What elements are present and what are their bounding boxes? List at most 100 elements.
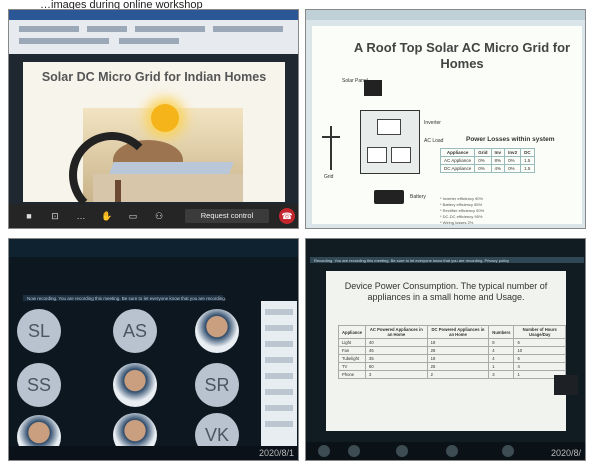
ribbon-group[interactable]: [19, 38, 109, 44]
table-cell: 0%: [474, 156, 492, 165]
column-header: Number of Hours Usage/Day: [513, 325, 566, 339]
table-cell: 6: [513, 354, 566, 363]
table-cell: 0%: [504, 156, 522, 165]
table-row: TV 80 25 1 4: [337, 362, 566, 371]
ppt-ribbon: [9, 10, 298, 54]
presentation-screen-ac: A Roof Top Solar AC Micro Grid for Homes…: [305, 9, 586, 229]
table-cell: 3: [365, 370, 428, 379]
table-cell: AC Appliance: [439, 156, 476, 165]
ribbon-group[interactable]: [119, 38, 179, 44]
column-header: Numbers: [488, 325, 515, 339]
battery-label: Battery: [410, 194, 426, 200]
inverter-icon: [391, 147, 411, 163]
participant-avatar-sl[interactable]: SL: [17, 309, 61, 353]
timestamp: 2020/8/: [550, 448, 581, 458]
participants-icon[interactable]: ⚇: [153, 210, 165, 222]
inverter-box: [360, 110, 420, 174]
slide-title: A Roof Top Solar AC Micro Grid for Homes: [353, 40, 571, 71]
table-cell: 1.5: [520, 156, 535, 165]
table-cell: 4: [488, 346, 515, 355]
presentation-screen-consumption: Recording. You are recording this meetin…: [305, 238, 586, 461]
table-cell: 6: [513, 338, 566, 347]
camera-icon[interactable]: ■: [23, 210, 35, 222]
slide-title: Solar DC Micro Grid for Indian Homes: [41, 70, 267, 84]
table-cell: Light: [337, 338, 367, 347]
table-row: Light 40 18 8 6: [337, 338, 566, 347]
camera-icon[interactable]: [318, 445, 330, 457]
table-header-row: Appliance AC Powered Appliances in an Ho…: [337, 325, 566, 339]
hang-up-icon[interactable]: ☎: [279, 208, 295, 224]
rectifier-icon: [367, 147, 387, 163]
list-item[interactable]: [265, 373, 293, 379]
slide-title: Device Power Consumption. The typical nu…: [344, 281, 548, 302]
table-cell: 3: [488, 370, 515, 379]
table-cell: 4: [513, 362, 566, 371]
column-header: Grid: [474, 148, 492, 157]
slide-device-consumption: Device Power Consumption. The typical nu…: [326, 271, 566, 431]
footnotes: * Inverter efficiency 90% * Battery effi…: [440, 196, 484, 226]
list-item[interactable]: [265, 421, 293, 427]
list-item[interactable]: [265, 341, 293, 347]
ribbon-group[interactable]: [135, 26, 205, 32]
list-item[interactable]: [265, 309, 293, 315]
table-cell: 1.5: [520, 164, 535, 173]
hand-icon[interactable]: ✋: [101, 210, 113, 222]
recording-banner-text: Recording. You are recording this meetin…: [314, 258, 509, 263]
list-item[interactable]: [265, 389, 293, 395]
recording-banner-text: Now recording. You are recording this me…: [27, 296, 227, 301]
table-row: Phone 3 2 3 1: [337, 370, 566, 379]
grid-label: Grid: [324, 174, 334, 180]
self-view-tile[interactable]: [554, 375, 578, 395]
converter-icon: [377, 119, 401, 135]
column-header: AC Powered Appliances in an Home: [365, 325, 428, 339]
slide-dc-microgrid: Solar DC Micro Grid for Indian Homes: [23, 62, 285, 218]
participant-avatar-as[interactable]: AS: [113, 309, 157, 353]
share-icon[interactable]: [396, 445, 408, 457]
viewer-topbar: [306, 10, 585, 20]
participant-avatar-ss[interactable]: SS: [17, 363, 61, 407]
table-row: Tubelight 35 18 4 6: [337, 354, 566, 363]
list-item[interactable]: [265, 405, 293, 411]
table-header-row: Appliance Grid Inv Inv2 DC: [439, 148, 535, 157]
column-header: Appliance: [337, 325, 367, 339]
chat-icon[interactable]: ▭: [127, 210, 139, 222]
ribbon-group[interactable]: [213, 26, 283, 32]
table-cell: 2: [426, 370, 490, 379]
table-cell: 10: [513, 346, 566, 355]
participant-avatar-sr[interactable]: SR: [195, 363, 239, 407]
sun-image: [151, 104, 179, 132]
table-row: AC Appliance 0% 8% 0% 1.5: [439, 156, 535, 165]
participants-icon[interactable]: [502, 445, 514, 457]
mic-icon[interactable]: [348, 445, 360, 457]
meeting-controls: ■ ⊡ … ✋ ▭ ⚇ Request control ☎: [9, 204, 298, 228]
participant-video[interactable]: [113, 363, 157, 407]
participant-video[interactable]: [195, 309, 239, 353]
table-cell: 35: [365, 354, 428, 363]
request-control-button[interactable]: Request control: [185, 209, 269, 223]
meeting-topbar: [9, 239, 298, 257]
column-header: Appliance: [439, 148, 476, 157]
list-item[interactable]: [265, 357, 293, 363]
table-cell: TV: [337, 362, 367, 371]
table-cell: 25: [426, 362, 490, 371]
taskbar: 2020/8/: [306, 442, 585, 460]
grid-tower-icon: [330, 126, 332, 170]
inverter-label: Inverter: [424, 120, 441, 126]
table-cell: 40: [365, 338, 428, 347]
ribbon-group[interactable]: [19, 26, 79, 32]
table-cell: Tubelight: [337, 354, 367, 363]
battery-icon: [374, 190, 404, 204]
ribbon-group[interactable]: [87, 26, 127, 32]
chat-icon[interactable]: [446, 445, 458, 457]
participants-panel: [261, 301, 297, 451]
presentation-screen-dc: Solar DC Micro Grid for Indian Homes ■ ⊡…: [8, 9, 299, 229]
table-cell: 8: [488, 338, 515, 347]
table-cell: 8%: [490, 156, 506, 165]
grid-tower-arm: [322, 136, 340, 138]
more-icon[interactable]: …: [75, 210, 87, 222]
table-cell: 28: [426, 346, 490, 355]
list-item[interactable]: [265, 325, 293, 331]
table-cell: 0%: [474, 164, 492, 173]
share-icon[interactable]: ⊡: [49, 210, 61, 222]
ac-load-label: AC Load: [424, 138, 444, 144]
